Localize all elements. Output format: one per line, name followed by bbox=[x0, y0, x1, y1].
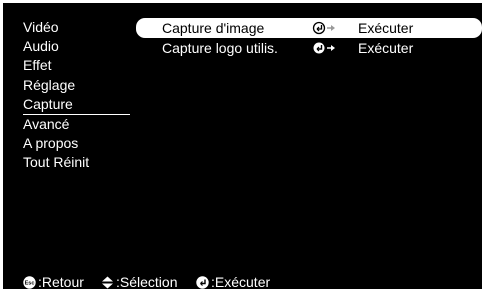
projector-menu-screen: Vidéo Audio Effet Réglage Capture Avancé… bbox=[3, 3, 482, 290]
execute-label: :Exécuter bbox=[211, 274, 271, 290]
menu-item-effet[interactable]: Effet bbox=[23, 56, 52, 75]
enter-icon bbox=[196, 276, 209, 289]
menu-item-audio[interactable]: Audio bbox=[23, 37, 59, 56]
back-label: :Retour bbox=[38, 274, 84, 290]
menu-item-capture[interactable]: Capture bbox=[23, 95, 130, 115]
menu-item-tout-reinit[interactable]: Tout Réinit bbox=[23, 153, 89, 172]
execute-action[interactable]: Exécuter bbox=[358, 18, 413, 38]
menu-item-avance[interactable]: Avancé bbox=[23, 115, 69, 134]
execute-hint: :Exécuter bbox=[196, 274, 270, 290]
esc-icon: Esc bbox=[23, 276, 36, 289]
up-down-arrows-icon bbox=[101, 276, 114, 289]
submenu-label: Capture logo utilis. bbox=[162, 40, 278, 56]
menu-item-a-propos[interactable]: A propos bbox=[23, 134, 78, 153]
enter-arrow-icon bbox=[312, 18, 338, 38]
menu-item-reglage[interactable]: Réglage bbox=[23, 76, 75, 95]
submenu-row-capture-image[interactable]: Capture d'image Exécuter bbox=[136, 18, 482, 38]
enter-arrow-icon bbox=[312, 38, 338, 58]
menu-item-video[interactable]: Vidéo bbox=[23, 18, 59, 37]
select-hint: :Sélection bbox=[101, 274, 177, 290]
execute-action[interactable]: Exécuter bbox=[358, 38, 413, 58]
submenu-label: Capture d'image bbox=[162, 20, 265, 36]
back-hint: Esc :Retour bbox=[23, 274, 84, 290]
svg-text:Esc: Esc bbox=[25, 280, 35, 286]
select-label: :Sélection bbox=[116, 274, 178, 290]
submenu-row-capture-logo[interactable]: Capture logo utilis. Exécuter bbox=[136, 38, 482, 58]
